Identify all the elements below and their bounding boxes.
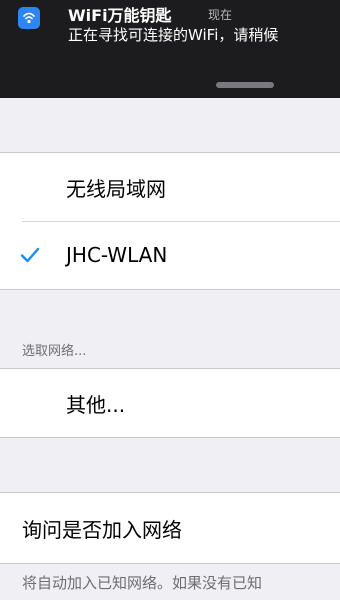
- notification-message: 正在寻找可连接的WiFi，请稍候: [68, 26, 279, 44]
- wifi-row-label: 无线局域网: [66, 176, 166, 201]
- ask-to-join-group: 询问是否加入网络: [0, 492, 340, 564]
- ask-to-join-row[interactable]: 询问是否加入网络: [0, 493, 340, 563]
- wifi-group: 无线局域网 JHC-WLAN: [0, 152, 340, 290]
- wifi-key-icon: [18, 7, 40, 29]
- ask-to-join-label: 询问是否加入网络: [22, 517, 182, 542]
- other-network-group: 其他...: [0, 368, 340, 438]
- ask-to-join-footer: 将自动加入已知网络。如果没有已知: [22, 574, 263, 592]
- wifi-toggle-row[interactable]: 无线局域网: [0, 153, 340, 221]
- network-row-connected[interactable]: JHC-WLAN: [0, 221, 340, 289]
- notification-banner[interactable]: WiFi万能钥匙 现在 正在寻找可连接的WiFi，请稍候: [0, 0, 340, 98]
- connected-network-name: JHC-WLAN: [66, 243, 168, 267]
- notification-time: 现在: [208, 8, 233, 22]
- notification-app-name: WiFi万能钥匙: [68, 6, 172, 25]
- banner-grabber-handle[interactable]: [216, 82, 274, 88]
- checkmark-icon: [20, 247, 40, 263]
- choose-network-header: 选取网络...: [22, 344, 87, 359]
- other-network-label: 其他...: [66, 392, 126, 417]
- other-network-row[interactable]: 其他...: [0, 369, 340, 437]
